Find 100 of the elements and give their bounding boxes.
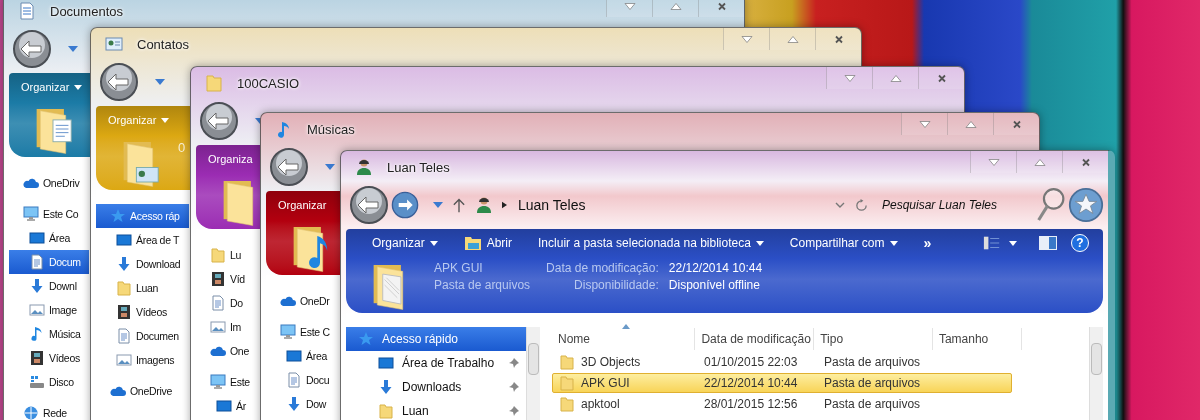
up-arrow-icon[interactable] — [453, 197, 465, 213]
nav-item[interactable]: Do — [196, 291, 259, 315]
back-button[interactable] — [197, 99, 241, 143]
back-button[interactable] — [97, 60, 141, 104]
toolbar-menu-button[interactable]: Incluir a pasta selecionada na biblioteca — [534, 233, 768, 253]
file-row[interactable]: APK GUI 22/12/2014 10:44 Pasta de arquivos — [552, 373, 1012, 393]
nav-item[interactable]: Vídeos — [9, 346, 89, 370]
nav-item[interactable]: Área de Trabalho — [346, 351, 526, 375]
file-date: 22/12/2014 10:44 — [704, 376, 798, 390]
dropdown-caret-icon[interactable] — [433, 202, 443, 208]
forward-button[interactable] — [391, 191, 419, 219]
breadcrumb-arrow-icon[interactable] — [502, 201, 507, 209]
address-breadcrumb[interactable]: Luan Teles — [518, 197, 586, 213]
nav-item[interactable]: Música — [9, 322, 89, 346]
help-button[interactable]: ? — [1071, 234, 1089, 252]
scrollbar[interactable] — [526, 327, 540, 420]
organize-menu[interactable]: Organizar — [19, 78, 85, 96]
nav-item[interactable]: Im — [196, 315, 259, 339]
dropdown-caret-icon[interactable] — [155, 79, 165, 85]
close-button[interactable] — [815, 28, 861, 50]
folder-icon — [116, 280, 132, 296]
nav-item[interactable]: Lu — [196, 243, 259, 267]
scrollbar-thumb[interactable] — [1091, 343, 1102, 375]
back-button[interactable] — [10, 27, 54, 71]
scrollbar-thumb[interactable] — [528, 343, 539, 375]
nav-item[interactable]: Downloads — [346, 375, 526, 399]
desktop-icon — [378, 355, 394, 371]
window-title: Luan Teles — [387, 159, 450, 175]
view-options-icon[interactable] — [983, 235, 1001, 251]
chevron-down-icon[interactable] — [835, 202, 845, 208]
toolbar-menu-button[interactable]: Organizar — [368, 233, 442, 253]
nav-item[interactable]: Download — [96, 252, 189, 276]
dropdown-caret-icon[interactable] — [68, 46, 78, 52]
nav-item[interactable]: Docum — [9, 250, 89, 274]
selected-item-name: APK GUI — [434, 261, 484, 275]
nav-item[interactable]: Este Co — [9, 202, 89, 226]
document-icon — [286, 372, 302, 388]
nav-item[interactable]: Dow — [266, 392, 339, 416]
search-icon[interactable] — [1036, 187, 1066, 223]
pin-icon[interactable] — [508, 405, 520, 417]
nav-item[interactable]: Docu — [266, 368, 339, 392]
column-header[interactable]: Tamanho — [932, 328, 1022, 350]
refresh-icon[interactable] — [855, 198, 868, 212]
preview-pane-icon[interactable] — [1039, 235, 1057, 251]
open-button[interactable]: Abrir — [459, 232, 517, 254]
nav-item[interactable]: Área — [9, 226, 89, 250]
nav-item[interactable]: OneDrive — [96, 379, 189, 403]
nav-item[interactable]: Área de T — [96, 228, 189, 252]
close-button[interactable] — [698, 0, 744, 17]
nav-item[interactable]: Image — [9, 298, 89, 322]
nav-item[interactable]: Acesso ráp — [96, 204, 189, 228]
close-button[interactable] — [1062, 151, 1108, 173]
document-icon — [116, 328, 132, 344]
back-button[interactable] — [267, 145, 311, 189]
pin-icon[interactable] — [508, 381, 520, 393]
scrollbar[interactable] — [1089, 327, 1103, 420]
nav-item[interactable]: Este C — [266, 320, 339, 344]
more-commands-button[interactable]: » — [919, 232, 936, 254]
column-header[interactable]: Data de modificação — [695, 328, 815, 350]
nav-item[interactable]: Rede — [9, 401, 89, 420]
nav-item[interactable]: Documen — [96, 324, 189, 348]
close-button[interactable] — [918, 67, 964, 89]
nav-item[interactable]: Ár — [196, 394, 259, 418]
nav-item[interactable]: Este — [196, 370, 259, 394]
file-row[interactable]: apktool 28/01/2015 12:56 Pasta de arquivos — [552, 394, 1012, 414]
download-arrow-icon — [116, 256, 132, 272]
pin-icon[interactable] — [508, 357, 520, 369]
nav-item[interactable]: Área — [266, 344, 339, 368]
monitor-icon — [280, 324, 296, 340]
file-row[interactable]: 3D Objects 01/10/2015 22:03 Pasta de arquivos — [552, 352, 1012, 372]
desktop-icon — [29, 230, 45, 246]
nav-item[interactable]: Luan — [96, 276, 189, 300]
nav-item[interactable]: One — [196, 339, 259, 363]
nav-item[interactable]: OneDriv — [9, 171, 89, 195]
nav-item[interactable]: Víd — [196, 267, 259, 291]
caret-icon[interactable] — [1009, 240, 1017, 246]
nav-item[interactable]: Imagens — [96, 348, 189, 372]
dropdown-caret-icon[interactable] — [325, 164, 335, 170]
nav-item[interactable]: Luan — [346, 399, 526, 420]
back-button[interactable] — [347, 183, 391, 227]
nav-item[interactable]: OneDr — [266, 289, 339, 313]
column-header[interactable]: Tipo — [814, 328, 933, 350]
close-button[interactable] — [993, 113, 1039, 135]
search-field[interactable]: Pesquisar Luan Teles — [880, 196, 1034, 214]
window-title: Contatos — [137, 36, 190, 52]
download-arrow-icon — [286, 396, 302, 412]
file-date: 01/10/2015 22:03 — [704, 355, 798, 369]
document-icon — [29, 254, 45, 270]
minimize-button[interactable] — [606, 0, 652, 17]
column-header[interactable]: Nome — [552, 328, 696, 350]
document-icon — [18, 2, 36, 20]
organize-menu[interactable]: Organizar — [276, 196, 329, 214]
nav-item[interactable]: Disco — [9, 370, 89, 394]
caret-down-icon — [918, 119, 931, 129]
nav-item[interactable]: Acesso rápido — [346, 327, 526, 351]
nav-item[interactable]: Downl — [9, 274, 89, 298]
organize-menu[interactable]: Organiza — [206, 150, 255, 168]
star-button-icon[interactable] — [1068, 187, 1104, 223]
nav-item[interactable]: Vídeos — [96, 300, 189, 324]
toolbar-menu-button[interactable]: Compartilhar com — [785, 233, 902, 253]
